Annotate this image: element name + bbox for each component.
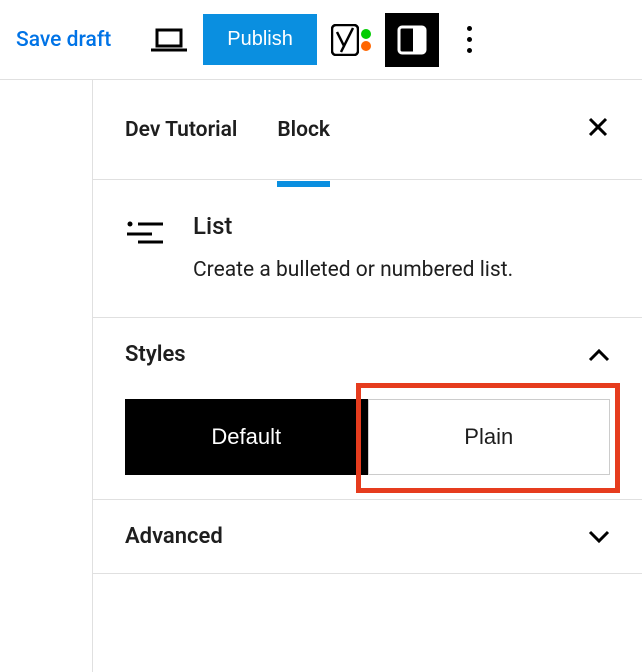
- publish-button[interactable]: Publish: [203, 14, 317, 65]
- close-icon: [586, 115, 610, 139]
- preview-icon[interactable]: [147, 18, 191, 62]
- tab-block[interactable]: Block: [277, 106, 330, 154]
- dot-green-icon: [361, 29, 371, 39]
- tab-dev-tutorial[interactable]: Dev Tutorial: [125, 106, 237, 154]
- editor-canvas-gutter: [0, 80, 93, 672]
- close-sidebar-button[interactable]: [586, 113, 610, 146]
- styles-section-header[interactable]: Styles: [125, 342, 610, 367]
- block-info-panel: List Create a bulleted or numbered list.: [93, 180, 642, 318]
- yoast-icon[interactable]: [329, 18, 373, 62]
- block-description: Create a bulleted or numbered list.: [193, 256, 513, 285]
- dot-orange-icon: [361, 41, 371, 51]
- block-title: List: [193, 212, 513, 240]
- sidebar-tabs: Dev Tutorial Block: [93, 80, 642, 180]
- styles-section: Styles Default Plain: [93, 318, 642, 500]
- chevron-down-icon: [588, 530, 610, 544]
- more-dot-icon: [467, 37, 472, 42]
- more-dot-icon: [467, 48, 472, 53]
- advanced-section-title: Advanced: [125, 524, 223, 549]
- style-default-button[interactable]: Default: [125, 399, 368, 475]
- style-plain-button[interactable]: Plain: [368, 399, 611, 475]
- advanced-section: Advanced: [93, 500, 642, 574]
- sidebar-toggle-button[interactable]: [385, 13, 439, 67]
- content-area: Dev Tutorial Block List Create: [0, 80, 642, 672]
- styles-section-title: Styles: [125, 342, 186, 367]
- panel-icon: [396, 24, 428, 56]
- styles-options: Default Plain: [125, 399, 610, 475]
- advanced-section-header[interactable]: Advanced: [125, 524, 610, 549]
- chevron-up-icon: [588, 348, 610, 362]
- yoast-logo-icon: [331, 24, 359, 56]
- more-options-button[interactable]: [451, 18, 488, 61]
- yoast-status-dots: [361, 29, 371, 51]
- block-text: List Create a bulleted or numbered list.: [193, 212, 513, 285]
- save-draft-link[interactable]: Save draft: [16, 28, 111, 52]
- settings-sidebar: Dev Tutorial Block List Create: [93, 80, 642, 672]
- laptop-icon: [151, 28, 187, 52]
- editor-toolbar: Save draft Publish: [0, 0, 642, 80]
- list-block-icon: [125, 212, 165, 252]
- more-dot-icon: [467, 26, 472, 31]
